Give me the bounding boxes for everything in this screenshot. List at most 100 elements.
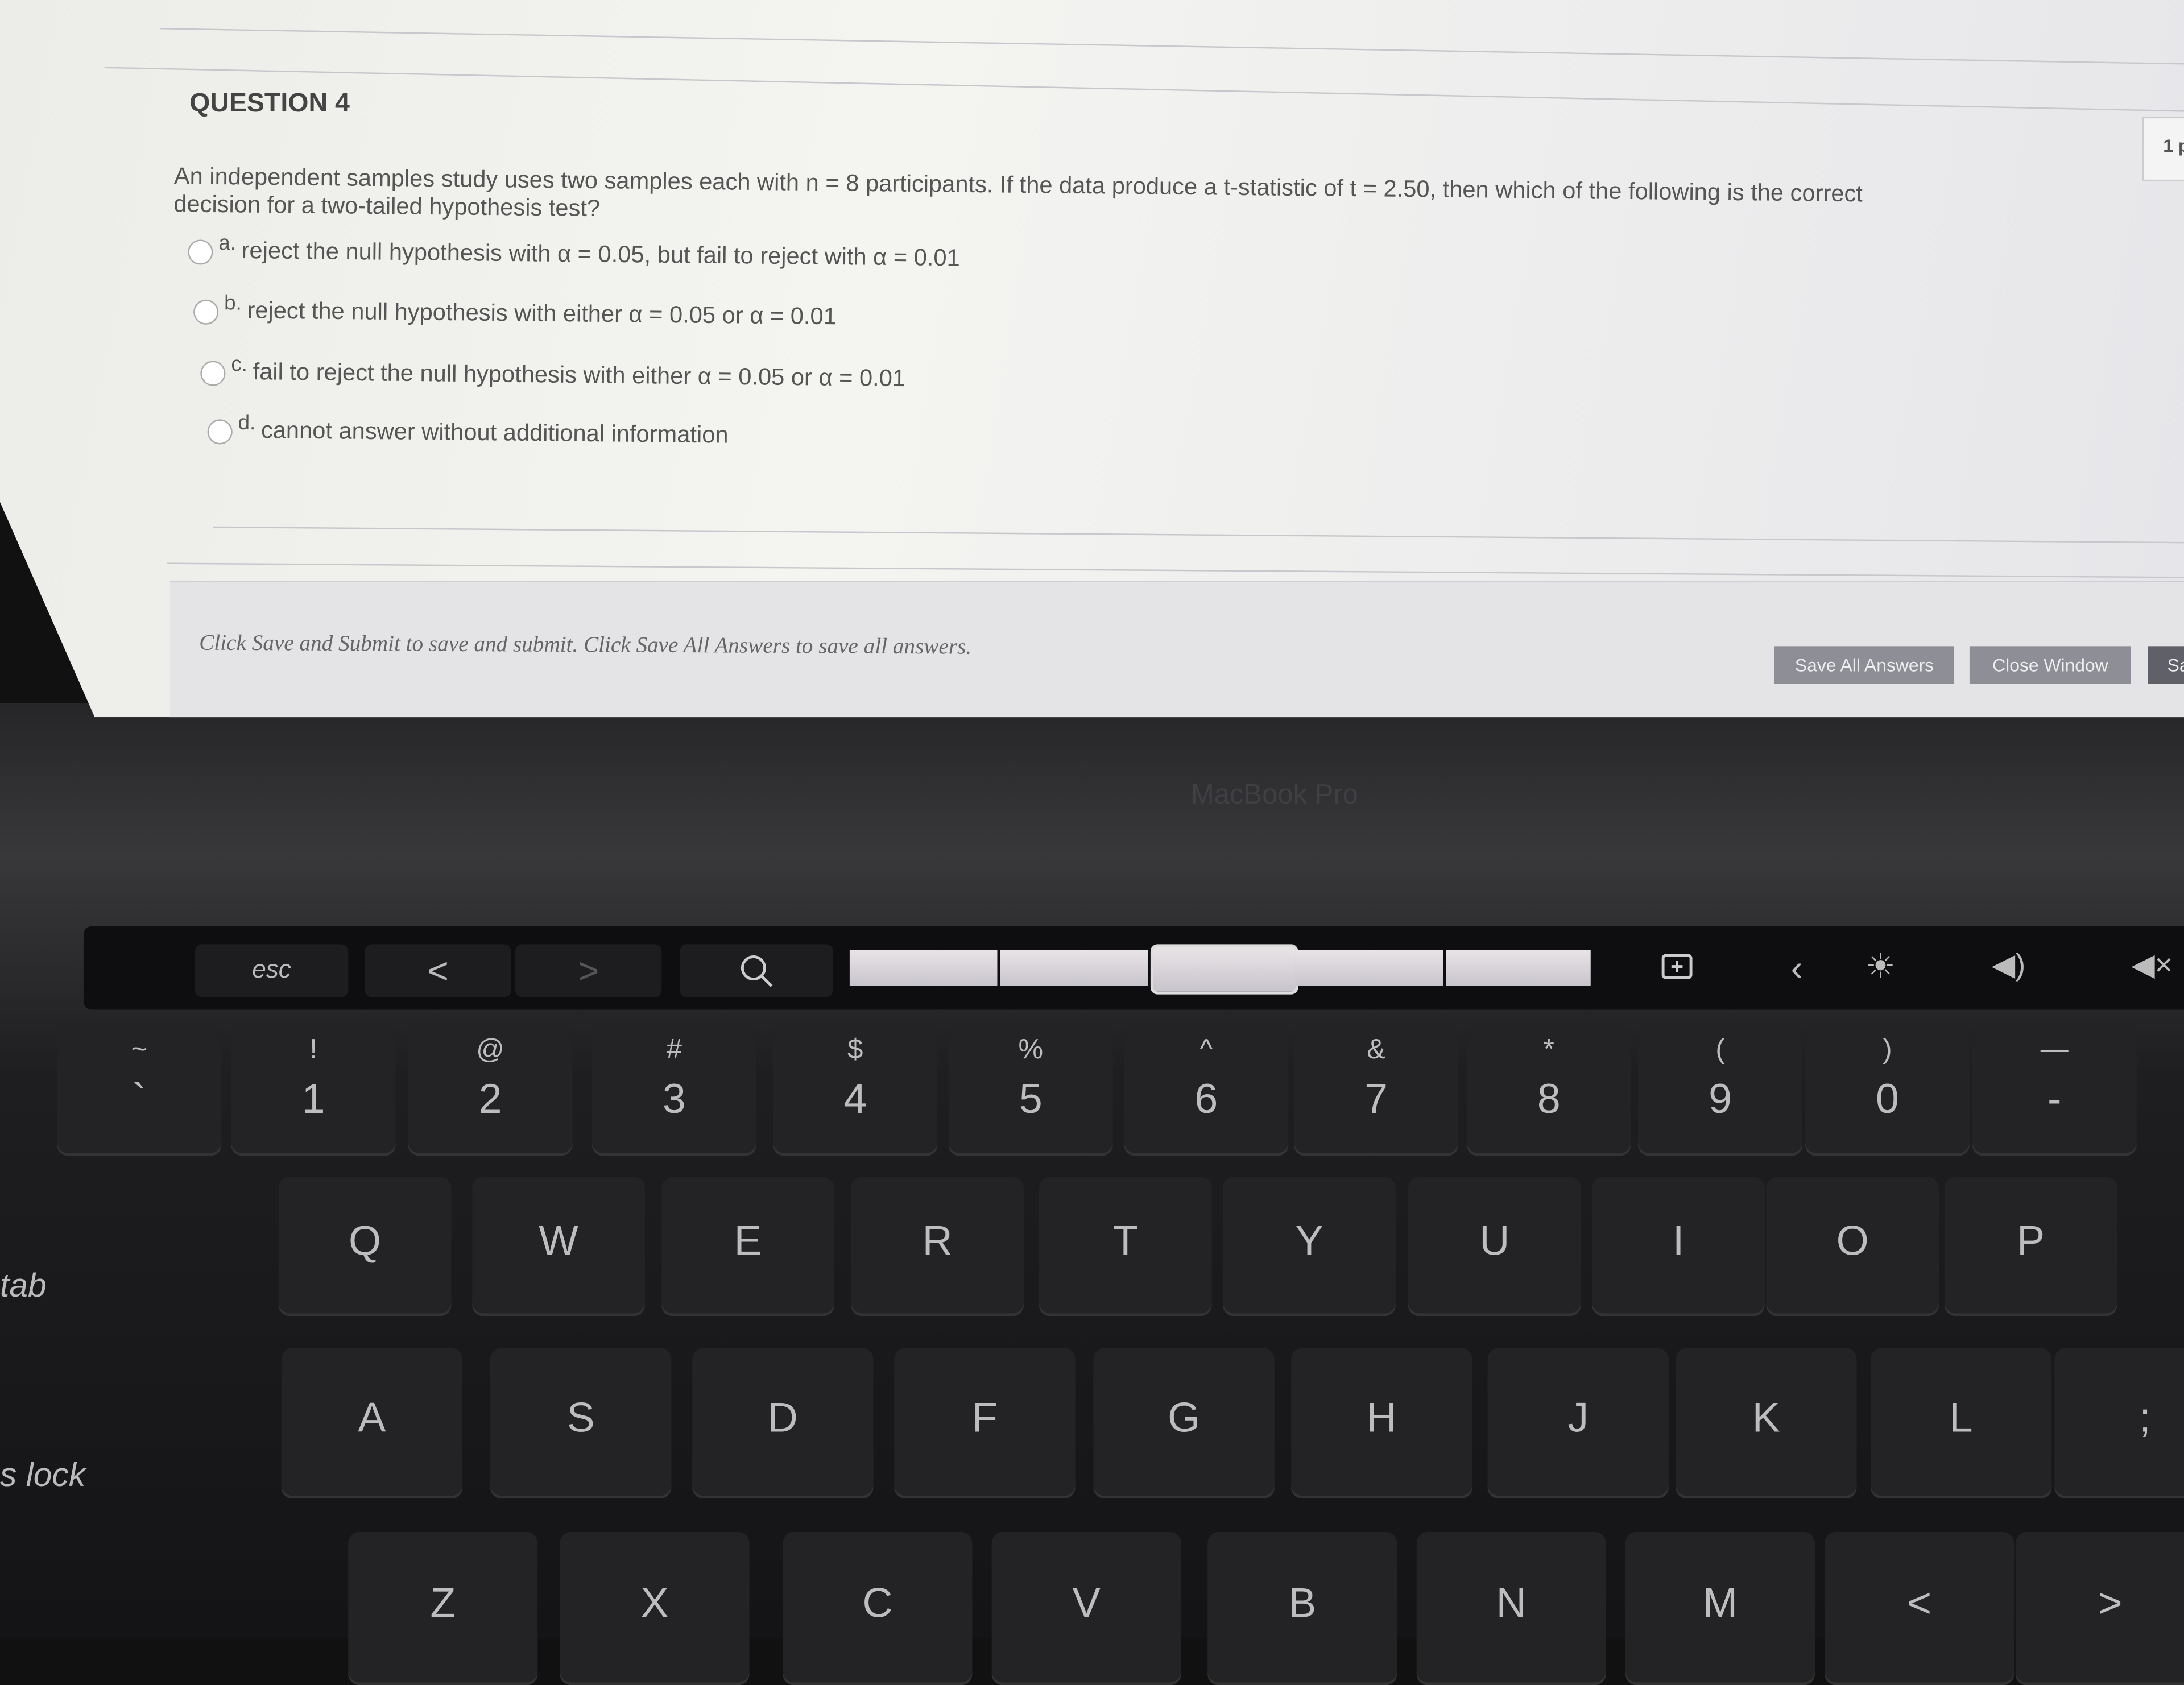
key-3[interactable]: #3	[592, 1024, 756, 1156]
radio-button[interactable]	[193, 299, 219, 325]
tab-key-label[interactable]: tab	[0, 1268, 47, 1307]
key-comma[interactable]: <	[1825, 1531, 2015, 1685]
key-label: 0	[1875, 1077, 1899, 1123]
key-l[interactable]: L	[1871, 1348, 2052, 1499]
collapse-chevron-icon[interactable]: ‹	[1776, 947, 1817, 990]
key-label: 2	[478, 1077, 502, 1123]
mute-icon[interactable]: ◀×	[2124, 947, 2180, 983]
screen-bezel	[0, 703, 2184, 857]
save-and-submit-button[interactable]: Sa	[2148, 646, 2184, 684]
key-o[interactable]: O	[1766, 1177, 1939, 1316]
key-b[interactable]: B	[1207, 1531, 1397, 1685]
key-7[interactable]: & 7	[1294, 1024, 1459, 1156]
option-d[interactable]: d. cannot answer without additional info…	[207, 411, 729, 450]
tab-thumbnail[interactable]	[1295, 950, 1443, 986]
key-i[interactable]: I	[1592, 1177, 1765, 1316]
key-shift-label: )	[1883, 1034, 1892, 1066]
submit-hint: Click Save and Submit to save and submit…	[199, 631, 972, 660]
key-n[interactable]: N	[1416, 1531, 1606, 1685]
key-label: 6	[1194, 1077, 1218, 1123]
chevron-right-icon: >	[578, 950, 599, 992]
key-label: 4	[843, 1077, 867, 1123]
key-8[interactable]: * 8	[1466, 1024, 1631, 1156]
key-p[interactable]: P	[1944, 1177, 2117, 1316]
key-label: F	[971, 1395, 998, 1442]
option-c[interactable]: c. fail to reject the null hypothesis wi…	[200, 353, 905, 393]
key-a[interactable]: A	[281, 1348, 463, 1499]
divider	[213, 526, 2184, 544]
tab-thumbnail[interactable]	[1000, 950, 1148, 986]
key-label: 1	[301, 1077, 325, 1123]
key-0[interactable]: ~ `	[57, 1024, 222, 1156]
key-k[interactable]: K	[1676, 1348, 1857, 1499]
key-t[interactable]: T	[1039, 1177, 1212, 1316]
key-6[interactable]: ^ 6	[1124, 1024, 1289, 1156]
key-label: <	[1907, 1580, 1932, 1627]
key-label: C	[862, 1580, 893, 1627]
key-g[interactable]: G	[1093, 1348, 1275, 1499]
volume-icon[interactable]: ◀)	[1985, 947, 2032, 983]
key-1[interactable]: ! 1	[231, 1024, 396, 1156]
brightness-icon[interactable]: ☀	[1859, 947, 1901, 987]
key-semicolon[interactable]: ;	[2054, 1348, 2184, 1499]
option-a[interactable]: a. reject the null hypothesis with α = 0…	[188, 231, 961, 272]
key-z[interactable]: Z	[348, 1531, 538, 1685]
key-label: N	[1496, 1580, 1527, 1627]
radio-button[interactable]	[207, 419, 233, 445]
tab-thumbnail[interactable]	[849, 950, 998, 986]
key-m[interactable]: M	[1625, 1531, 1815, 1685]
key-label: O	[1836, 1218, 1869, 1265]
browser-screen: QUESTION 4 1 p An independent samples st…	[0, 0, 2184, 718]
key-f[interactable]: F	[894, 1348, 1076, 1499]
caps-lock-key-label[interactable]: s lock	[0, 1457, 85, 1496]
key-d[interactable]: D	[692, 1348, 874, 1499]
key-label: `	[132, 1077, 147, 1123]
key-s[interactable]: S	[490, 1348, 672, 1499]
key-w[interactable]: W	[472, 1177, 645, 1316]
key-j[interactable]: J	[1487, 1348, 1669, 1499]
key-2[interactable]: @2	[408, 1024, 573, 1156]
close-window-button[interactable]: Close Window	[1969, 646, 2131, 684]
key-x[interactable]: X	[560, 1531, 750, 1685]
brand-label: MacBook Pro	[1190, 780, 1358, 811]
key-shift-label: &	[1367, 1034, 1385, 1066]
key-label: W	[539, 1218, 578, 1265]
key-9[interactable]: (9	[1638, 1024, 1803, 1156]
key-5[interactable]: % 5	[948, 1024, 1113, 1156]
key-label: I	[1672, 1218, 1685, 1265]
key-r[interactable]: R	[851, 1177, 1024, 1316]
key-e[interactable]: E	[661, 1177, 834, 1316]
key-label: 5	[1019, 1077, 1043, 1123]
option-letter: b.	[224, 291, 242, 316]
key-label: L	[1949, 1395, 1973, 1442]
option-text: reject the null hypothesis with α = 0.05…	[241, 237, 961, 272]
key-label: X	[640, 1580, 669, 1627]
radio-button[interactable]	[200, 361, 226, 386]
key-label: 7	[1364, 1077, 1388, 1123]
chevron-left-icon: <	[427, 950, 449, 992]
key-label: V	[1072, 1580, 1101, 1627]
tab-thumbnail-active[interactable]	[1150, 944, 1298, 995]
key-4[interactable]: $4	[773, 1024, 938, 1156]
key-label: A	[358, 1395, 386, 1442]
key-h[interactable]: H	[1291, 1348, 1472, 1499]
key-v[interactable]: V	[991, 1531, 1181, 1685]
key-y[interactable]: Y	[1223, 1177, 1396, 1316]
key-label: ;	[2139, 1395, 2151, 1442]
key-c[interactable]: C	[783, 1531, 973, 1685]
radio-button[interactable]	[188, 239, 213, 265]
key-11[interactable]: — -	[1972, 1024, 2137, 1156]
key-label: -	[2048, 1077, 2062, 1123]
add-tab-icon[interactable]	[1657, 950, 1699, 986]
option-b[interactable]: b. reject the null hypothesis with eithe…	[193, 291, 837, 332]
photo-stage: MacBook Pro QUESTION 4 1 p An independen…	[0, 0, 2184, 1685]
key-u[interactable]: U	[1408, 1177, 1581, 1316]
key-label: E	[734, 1218, 762, 1265]
key-q[interactable]: Q	[278, 1177, 452, 1316]
divider	[104, 67, 2184, 112]
tab-thumbnail[interactable]	[1446, 950, 1591, 986]
option-text: cannot answer without additional informa…	[260, 417, 729, 449]
key-period[interactable]: >	[2015, 1531, 2184, 1685]
key-10[interactable]: ) 0	[1805, 1024, 1970, 1156]
save-all-answers-button[interactable]: Save All Answers	[1774, 646, 1954, 684]
